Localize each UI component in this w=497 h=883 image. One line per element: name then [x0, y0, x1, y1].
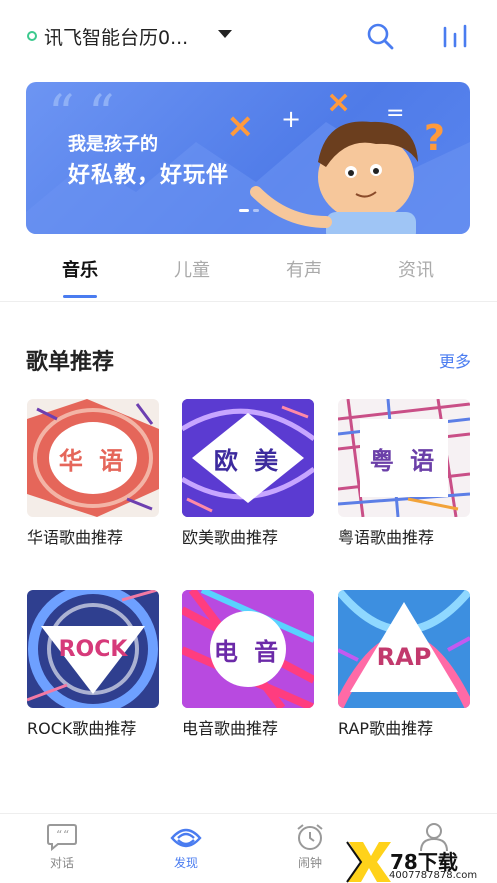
search-icon[interactable]: [366, 22, 394, 50]
playlist-cover: RAP: [338, 590, 470, 708]
svg-text:+: +: [281, 105, 301, 133]
cover-label: RAP: [376, 643, 432, 671]
playlist-title: 电音歌曲推荐: [182, 719, 279, 738]
category-tabs: 音乐 儿童 有声 资讯: [0, 256, 497, 300]
alarm-icon: [297, 824, 323, 850]
banner-dot-active: [239, 209, 249, 212]
playlist-title: 欧美歌曲推荐: [182, 528, 279, 547]
playlist-cover: ROCK: [27, 590, 159, 708]
playlist-title: RAP歌曲推荐: [338, 719, 434, 738]
tab-news[interactable]: 资讯: [360, 256, 472, 300]
tab-music[interactable]: 音乐: [24, 256, 136, 300]
svg-text:“: “: [56, 828, 62, 842]
cover-label: ROCK: [58, 636, 128, 662]
playlist-card[interactable]: 华 语 华语歌曲推荐: [27, 399, 159, 547]
watermark-url: 4007787878.com: [389, 870, 478, 881]
svg-text:“: “: [63, 828, 69, 842]
playlist-card[interactable]: ROCK ROCK歌曲推荐: [27, 590, 159, 738]
chat-icon: “ “: [47, 824, 77, 852]
playlist-title: ROCK歌曲推荐: [27, 719, 137, 738]
svg-text:?: ?: [424, 118, 445, 159]
chevron-down-icon[interactable]: [218, 30, 232, 38]
nav-chat[interactable]: “ “ 对话: [0, 814, 124, 883]
more-link[interactable]: 更多: [439, 348, 471, 372]
top-header: 讯飞智能台历0...: [0, 0, 497, 72]
banner-pagination: [239, 209, 259, 212]
banner-headline: 我是孩子的: [68, 134, 158, 155]
banner-dot: [253, 209, 259, 212]
banner-subheadline: 好私教，好玩伴: [68, 163, 230, 188]
playlist-title: 粤语歌曲推荐: [338, 528, 435, 547]
svg-text:×: ×: [226, 106, 255, 146]
playlist-card[interactable]: 电 音 电音歌曲推荐: [182, 590, 314, 738]
tab-audio[interactable]: 有声: [248, 256, 360, 300]
svg-text:=: =: [386, 101, 404, 126]
playlist-title: 华语歌曲推荐: [27, 528, 124, 547]
playlist-cover: 欧 美: [182, 399, 314, 517]
cover-label: 粤 语: [369, 446, 439, 475]
playlist-cover: 华 语: [27, 399, 159, 517]
playlist-cover: 粤 语: [338, 399, 470, 517]
nav-discover-label: 发现: [173, 856, 198, 870]
svg-text:×: ×: [326, 85, 351, 120]
promo-banner[interactable]: “ “ × + × = ? 我是孩子的 好私教，好玩伴: [26, 82, 470, 234]
equalizer-icon[interactable]: [441, 24, 469, 48]
tabs-divider: [0, 301, 497, 302]
playlist-card[interactable]: 欧 美 欧美歌曲推荐: [182, 399, 314, 547]
tab-children[interactable]: 儿童: [136, 256, 248, 300]
discover-icon: [170, 828, 202, 848]
cover-label: 华 语: [58, 446, 128, 475]
playlist-card[interactable]: 粤 语 粤语歌曲推荐: [338, 399, 470, 547]
playlist-cover: 电 音: [182, 590, 314, 708]
nav-chat-label: 对话: [49, 856, 74, 870]
section-title: 歌单推荐: [26, 350, 115, 375]
connection-status-icon: [27, 31, 37, 41]
cover-label: 电 音: [213, 637, 283, 666]
nav-discover[interactable]: 发现: [124, 814, 248, 883]
playlist-card[interactable]: RAP RAP歌曲推荐: [338, 590, 470, 738]
cover-label: 欧 美: [213, 446, 283, 475]
device-selector-label[interactable]: 讯飞智能台历0...: [44, 23, 188, 50]
